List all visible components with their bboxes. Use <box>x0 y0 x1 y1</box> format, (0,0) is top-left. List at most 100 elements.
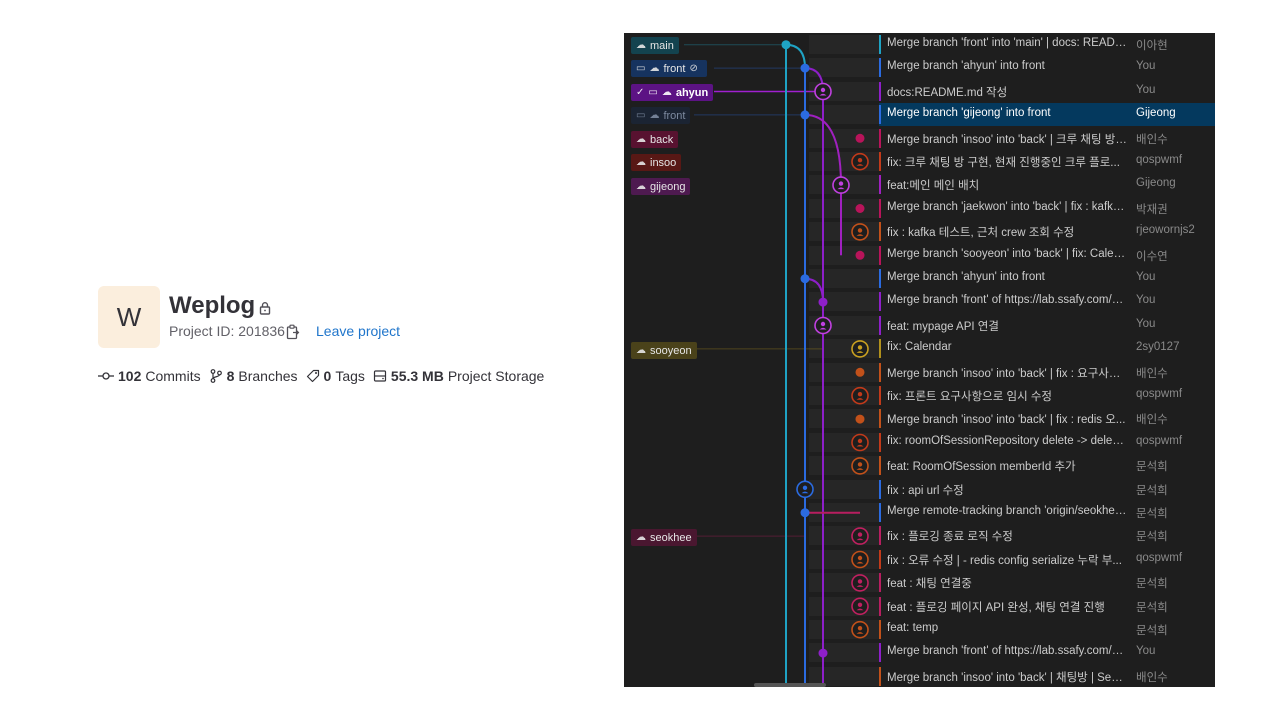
commit-author: You <box>1136 645 1156 658</box>
cloud-icon: ☁ <box>661 87 672 98</box>
branch-label-front-remote[interactable]: ▭ ☁ front <box>631 107 691 124</box>
leave-project-link[interactable]: Leave project <box>316 323 400 339</box>
commit-author: You <box>1136 83 1156 96</box>
commit-message: Merge branch 'sooyeon' into 'back' | fix… <box>887 247 1127 260</box>
avatar-icon <box>857 602 863 607</box>
commit-message: Merge branch 'insoo' into 'back' | 채팅방 |… <box>887 671 1127 684</box>
commit-message: Merge branch 'jaekwon' into 'back' | fix… <box>887 200 1127 213</box>
commit-author: 문석희 <box>1136 625 1168 637</box>
project-stats: 102 Commits 8 Branches 0 Tags 55.3 MB Pr… <box>98 368 552 384</box>
commit-author: 배인수 <box>1136 671 1168 684</box>
row-accent <box>879 81 881 101</box>
branch-label-front[interactable]: ▭ ☁ front ⊘ <box>631 60 707 77</box>
monitor-icon: ▭ <box>636 110 646 121</box>
commit-node <box>781 40 791 50</box>
commit-message: fix : 플로깅 종료 로직 수정 <box>887 531 1013 544</box>
branch-label-seokhee[interactable]: ☁ seokhee <box>631 529 697 546</box>
commit-author: 배인수 <box>1136 367 1168 380</box>
row-accent <box>879 269 881 288</box>
commit-message: Merge branch 'front' of https://lab.ssaf… <box>887 294 1127 307</box>
storage-value: 55.3 MB <box>390 368 444 384</box>
check-icon: ✓ <box>636 87 645 98</box>
avatar-icon <box>857 392 863 397</box>
project-title[interactable]: Weplog <box>169 292 255 320</box>
branches-label: Branches <box>238 368 298 384</box>
branches-stat[interactable]: 8 Branches <box>209 368 298 384</box>
cloud-icon: ☁ <box>636 532 646 543</box>
commit-message: Merge branch 'front' of https://lab.ssaf… <box>887 645 1127 658</box>
row-accent <box>879 549 881 569</box>
commit-author: rjeowornjs2 <box>1136 224 1195 237</box>
project-id: Project ID: 201836 <box>169 323 285 339</box>
row-accent <box>879 362 881 382</box>
commit-author: 이수연 <box>1136 250 1168 263</box>
commit-message: Merge branch 'insoo' into 'back' | fix :… <box>887 414 1126 427</box>
row-accent <box>879 596 881 616</box>
commit-author: 2sy0127 <box>1136 341 1180 354</box>
row-accent <box>879 503 881 522</box>
avatar-icon <box>857 438 863 444</box>
commit-message: docs:README.md 작성 <box>887 86 1008 99</box>
lock-icon <box>259 302 271 315</box>
commit-node <box>818 297 828 307</box>
cloud-icon: ☁ <box>636 181 646 192</box>
commit-message: feat : 플로깅 페이지 API 완성, 채팅 연결 진행 <box>887 601 1105 614</box>
commit-message: feat: RoomOfSession memberId 추가 <box>887 461 1076 474</box>
commit-author: 박재권 <box>1136 203 1168 216</box>
cloud-icon: ☁ <box>649 63 660 74</box>
commit-node <box>855 367 865 377</box>
commit-message: fix: 크루 채팅 방 구현, 현재 진행중인 크루 플로... <box>887 157 1120 169</box>
commit-message: fix : kafka 테스트, 근처 crew 조회 수정 <box>887 227 1075 240</box>
avatar-icon <box>857 345 863 350</box>
tags-stat[interactable]: 0 Tags <box>306 368 365 384</box>
commit-author: 문석희 <box>1136 461 1168 474</box>
commit-message: Merge branch 'front' into 'main' | docs:… <box>887 37 1127 49</box>
commit-message: fix : api url 수정 <box>887 484 964 497</box>
row-accent <box>879 573 881 593</box>
commit-message: Merge branch 'insoo' into 'back' | fix :… <box>887 367 1127 380</box>
commit-author: 문석희 <box>1136 531 1168 544</box>
commit-node <box>800 274 810 284</box>
row-accent <box>879 245 881 265</box>
commit-message: Merge branch 'gijeong' into front <box>887 107 1051 120</box>
row-accent <box>879 105 881 125</box>
row-accent <box>879 620 881 639</box>
branch-label-back[interactable]: ☁ back <box>631 131 679 148</box>
avatar-icon <box>857 158 863 163</box>
monitor-icon: ▭ <box>648 87 658 98</box>
row-accent <box>879 292 881 312</box>
commit-node <box>855 204 865 213</box>
cloud-icon: ☁ <box>636 345 646 356</box>
row-accent <box>879 432 881 452</box>
avatar-icon <box>857 626 863 631</box>
avatar-icon <box>857 579 863 584</box>
storage-stat[interactable]: 55.3 MB Project Storage <box>373 368 544 384</box>
git-graph-panel: Merge branch 'front' into 'main' | docs:… <box>624 33 1215 687</box>
avatar-icon <box>857 555 863 561</box>
branch-label-gijeong[interactable]: ☁ gijeong <box>631 178 691 195</box>
avatar-icon <box>802 485 808 490</box>
commit-node <box>855 250 865 260</box>
row-accent <box>879 58 881 78</box>
commit-author: You <box>1136 317 1156 330</box>
commit-message: Merge branch 'insoo' into 'back' | 크루 채팅… <box>887 133 1127 146</box>
row-accent <box>879 198 881 218</box>
horizontal-scrollbar[interactable] <box>754 683 826 687</box>
cloud-icon: ☁ <box>636 157 646 168</box>
copy-icon[interactable] <box>286 324 300 340</box>
commit-node <box>800 508 810 518</box>
branch-label-insoo[interactable]: ☁ insoo <box>631 154 682 171</box>
commit-author: qospwmf <box>1136 551 1183 564</box>
branch-label-main[interactable]: ☁ main <box>631 37 679 54</box>
branches-count: 8 <box>226 368 235 384</box>
branch-label-ahyun[interactable]: ✓ ▭ ☁ ahyun <box>631 84 714 101</box>
row-accent <box>879 526 881 546</box>
commit-message: Merge branch 'ahyun' into front <box>887 271 1045 283</box>
project-avatar[interactable]: W <box>98 286 160 348</box>
commits-stat[interactable]: 102 Commits <box>98 368 201 384</box>
branch-label-sooyeon[interactable]: ☁ sooyeon <box>631 342 697 359</box>
commit-author: 문석희 <box>1136 601 1168 614</box>
commit-message: fix: 프론트 요구사항으로 임시 수정 <box>887 391 1053 403</box>
storage-label: Project Storage <box>447 368 545 384</box>
monitor-icon: ▭ <box>636 63 646 74</box>
